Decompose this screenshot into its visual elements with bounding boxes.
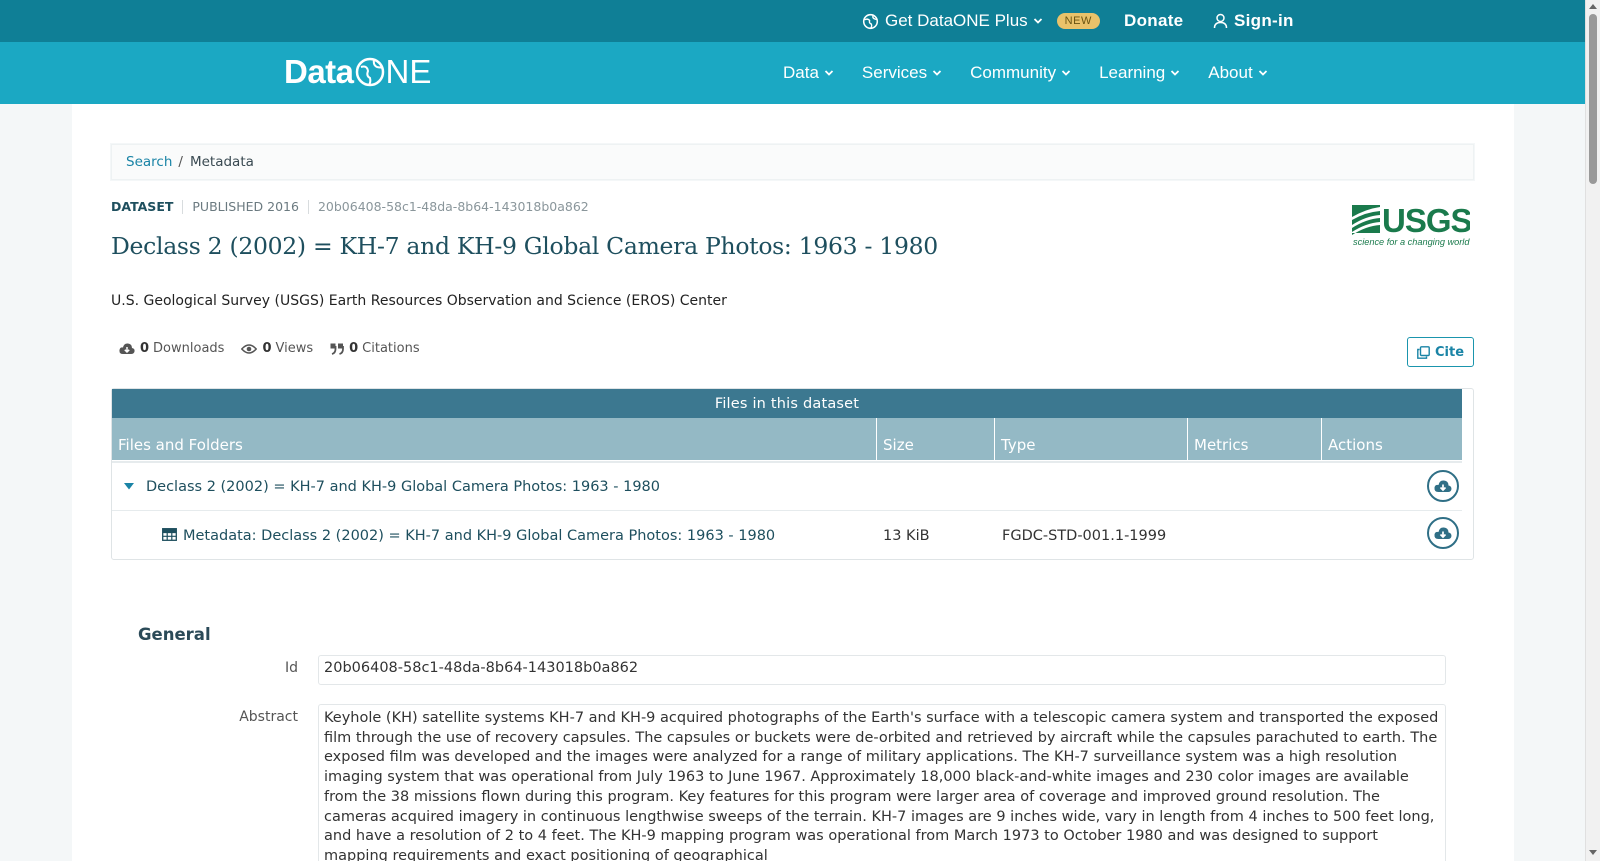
abstract-value: Keyhole (KH) satellite systems KH-7 and … xyxy=(318,704,1446,861)
dataset-organization: U.S. Geological Survey (USGS) Earth Reso… xyxy=(111,293,727,309)
id-value: 20b06408-58c1-48da-8b64-143018b0a862 xyxy=(318,655,1446,685)
download-file-button[interactable] xyxy=(1427,517,1459,549)
files-table-header: Files and Folders Size Type Metrics Acti… xyxy=(112,418,1462,460)
abstract-label: Abstract xyxy=(239,709,298,725)
nav-item-label: Learning xyxy=(1099,63,1166,82)
cite-button[interactable]: Cite xyxy=(1407,337,1474,367)
usgs-logo-tagline: science for a changing world xyxy=(1353,237,1470,247)
usgs-logo: USGS science for a changing world xyxy=(1352,203,1470,247)
column-header-files[interactable]: Files and Folders xyxy=(112,418,877,460)
sign-in-label: Sign-in xyxy=(1234,11,1294,30)
views-count: 0 xyxy=(262,341,272,356)
scrollbar-thumb[interactable] xyxy=(1589,14,1597,184)
sign-in-link[interactable]: Sign-in xyxy=(1213,0,1294,42)
files-table-caption: Files in this dataset xyxy=(112,389,1462,418)
file-type: FGDC-STD-001.1-1999 xyxy=(1002,528,1167,544)
general-section-title: General xyxy=(138,625,211,644)
chevron-down-icon xyxy=(932,70,942,76)
nav-item-label: Services xyxy=(861,63,928,82)
globe-icon xyxy=(862,13,879,29)
scroll-up-arrow-icon[interactable] xyxy=(1589,4,1597,9)
downloads-metric: 0 Downloads xyxy=(119,341,224,356)
dataset-metrics: 0 Downloads 0 Views 0 Citations xyxy=(119,341,437,356)
breadcrumb-separator: / xyxy=(178,154,183,170)
file-size: 13 KiB xyxy=(883,528,930,544)
nav-item-community[interactable]: Community xyxy=(970,63,1071,83)
page-scrollbar[interactable] xyxy=(1585,0,1600,861)
column-header-size[interactable]: Size xyxy=(877,418,995,460)
breadcrumb-search-link[interactable]: Search xyxy=(126,154,172,170)
cloud-download-icon xyxy=(1434,527,1452,539)
nav-item-services[interactable]: Services xyxy=(862,63,942,83)
new-badge: NEW xyxy=(1056,13,1100,29)
id-label: Id xyxy=(284,660,298,676)
downloads-label: Downloads xyxy=(153,341,225,356)
views-metric: 0 Views xyxy=(241,341,313,356)
nav-menu: Data Services Community Learning About xyxy=(783,42,1296,104)
downloads-count: 0 xyxy=(140,341,150,356)
file-row: Metadata: Declass 2 (2002) = KH-7 and KH… xyxy=(112,511,1462,561)
get-dataone-plus-menu[interactable]: Get DataONE Plus NEW xyxy=(862,0,1100,42)
nav-item-label: About xyxy=(1208,63,1253,82)
dataset-title: Declass 2 (2002) = KH-7 and KH-9 Global … xyxy=(111,232,938,260)
main-navbar: Data NE Data Services Community Learning… xyxy=(0,42,1585,104)
divider xyxy=(182,199,184,214)
usgs-logo-text: USGS xyxy=(1382,203,1470,239)
column-header-actions: Actions xyxy=(1328,436,1383,454)
column-header-type[interactable]: Type xyxy=(995,418,1188,460)
nav-item-label: Data xyxy=(783,63,819,82)
logo-text-data: Data xyxy=(284,53,354,90)
nav-item-label: Community xyxy=(970,63,1057,82)
citations-count: 0 xyxy=(349,341,359,356)
nav-item-learning[interactable]: Learning xyxy=(1099,63,1180,83)
divider xyxy=(307,199,309,214)
nav-item-data[interactable]: Data xyxy=(783,63,834,83)
top-utility-bar: Get DataONE Plus NEW Donate Sign-in xyxy=(0,0,1585,42)
caret-down-icon[interactable] xyxy=(124,483,134,490)
table-icon xyxy=(162,528,177,541)
files-table: Files in this dataset Files and Folders … xyxy=(111,388,1474,560)
scroll-down-arrow-icon[interactable] xyxy=(1589,850,1597,855)
eye-icon xyxy=(241,343,258,354)
quote-icon xyxy=(330,343,345,355)
get-dataone-plus-label: Get DataONE Plus xyxy=(885,11,1028,30)
citations-label: Citations xyxy=(362,341,420,356)
download-package-button[interactable] xyxy=(1427,470,1459,502)
nav-item-about[interactable]: About xyxy=(1208,63,1267,83)
package-row: Declass 2 (2002) = KH-7 and KH-9 Global … xyxy=(112,461,1462,511)
file-name[interactable]: Metadata: Declass 2 (2002) = KH-7 and KH… xyxy=(183,528,775,544)
chevron-down-icon xyxy=(1061,70,1071,76)
chevron-down-icon xyxy=(1171,70,1180,76)
views-label: Views xyxy=(275,341,314,356)
logo-globe-icon xyxy=(355,57,384,87)
package-name: Declass 2 (2002) = KH-7 and KH-9 Global … xyxy=(146,478,660,495)
user-icon xyxy=(1213,13,1228,29)
chevron-down-icon xyxy=(1033,18,1042,24)
dataset-identifier: 20b06408-58c1-48da-8b64-143018b0a862 xyxy=(317,199,589,214)
dataone-logo[interactable]: Data NE xyxy=(284,52,431,92)
copy-icon xyxy=(1417,345,1430,359)
cloud-download-icon xyxy=(1434,480,1452,492)
dataset-meta-line: DATASET PUBLISHED 2016 20b06408-58c1-48d… xyxy=(111,199,589,214)
cloud-download-icon xyxy=(119,343,135,354)
published-year: PUBLISHED 2016 xyxy=(192,199,299,214)
breadcrumb-current: Metadata xyxy=(189,154,254,170)
chevron-down-icon xyxy=(1258,70,1267,76)
logo-text-ne: NE xyxy=(385,53,432,90)
donate-link[interactable]: Donate xyxy=(1124,0,1183,42)
breadcrumb: Search / Metadata xyxy=(111,144,1474,180)
dataset-type-label: DATASET xyxy=(111,199,174,214)
column-header-metrics: Metrics xyxy=(1188,418,1322,460)
chevron-down-icon xyxy=(824,70,834,76)
citations-metric: 0 Citations xyxy=(330,341,420,356)
cite-label: Cite xyxy=(1434,344,1465,360)
